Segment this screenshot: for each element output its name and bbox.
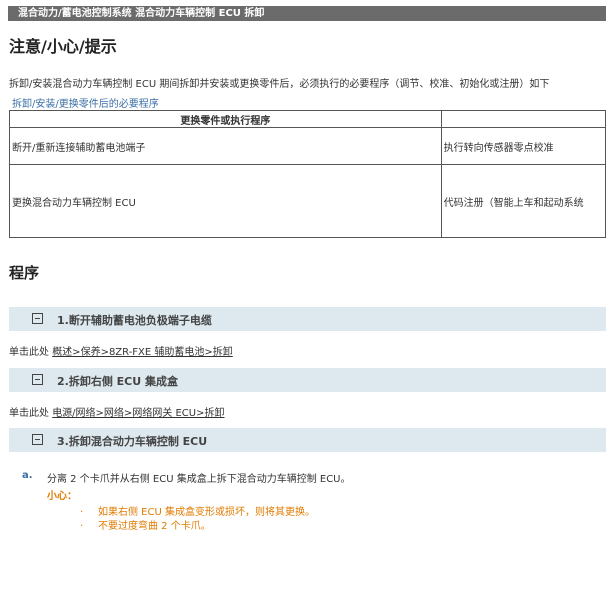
collapse-icon[interactable] <box>32 434 43 445</box>
table-header-row: 更换零件或执行程序 <box>9 110 606 128</box>
caution-text: 不要过度弯曲 2 个卡爪。 <box>98 521 211 532</box>
step-header-1[interactable]: 1.断开辅助蓄电池负极端子电缆 <box>9 307 606 331</box>
click-here-line: 单击此处 概述>保养>8ZR-FXE 辅助蓄电池>拆卸 <box>9 343 233 358</box>
table-header-cell <box>440 110 606 128</box>
click-here-line: 单击此处 电源/网络>网络>网络网关 ECU>拆卸 <box>9 404 225 419</box>
step-label: 3.拆卸混合动力车辆控制 ECU <box>57 435 208 448</box>
step-label: 2.拆卸右侧 ECU 集成盒 <box>57 375 179 388</box>
step-header-3[interactable]: 3.拆卸混合动力车辆控制 ECU <box>9 428 606 452</box>
table-row: 更换混合动力车辆控制 ECU 代码注册（智能上车和起动系统 <box>9 164 606 238</box>
step-reference-link[interactable]: 电源/网络>网络>网络网关 ECU>拆卸 <box>52 408 224 419</box>
table-cell: 断开/重新连接辅助蓄电池端子 <box>9 127 442 165</box>
procedure-title: 程序 <box>9 264 40 282</box>
substep-text: 分离 2 个卡爪并从右侧 ECU 集成盒上拆下混合动力车辆控制 ECU。 <box>47 474 351 485</box>
click-prefix: 单击此处 <box>9 347 49 358</box>
substep-letter: a. <box>22 470 33 481</box>
required-procedures-link[interactable]: 拆卸/安装/更换零件后的必要程序 <box>12 95 159 110</box>
page-title: 注意/小心/提示 <box>9 37 117 56</box>
breadcrumb: 混合动力/蓄电池控制系统 混合动力车辆控制 ECU 拆卸 <box>8 6 606 21</box>
collapse-icon[interactable] <box>32 313 43 324</box>
click-prefix: 单击此处 <box>9 408 49 419</box>
bullet-icon: · <box>80 521 84 532</box>
table-row: 断开/重新连接辅助蓄电池端子 执行转向传感器零点校准 <box>9 127 606 165</box>
intro-text: 拆卸/安装混合动力车辆控制 ECU 期间拆卸并安装或更换零件后，必须执行的必要程… <box>9 79 550 90</box>
table-header-cell: 更换零件或执行程序 <box>9 110 442 128</box>
table-cell: 更换混合动力车辆控制 ECU <box>9 164 442 238</box>
step-reference-link[interactable]: 概述>保养>8ZR-FXE 辅助蓄电池>拆卸 <box>52 347 233 358</box>
collapse-icon[interactable] <box>32 374 43 385</box>
step-label: 1.断开辅助蓄电池负极端子电缆 <box>57 314 212 327</box>
caution-label: 小心： <box>47 491 77 502</box>
step-header-2[interactable]: 2.拆卸右侧 ECU 集成盒 <box>9 368 606 392</box>
table-cell: 代码注册（智能上车和起动系统 <box>440 164 606 238</box>
caution-item: · 不要过度弯曲 2 个卡爪。 <box>80 517 211 532</box>
table-cell: 执行转向传感器零点校准 <box>440 127 606 165</box>
procedures-table: 更换零件或执行程序 断开/重新连接辅助蓄电池端子 执行转向传感器零点校准 更换混… <box>9 110 606 238</box>
caution-item: · 如果右侧 ECU 集成盒变形或损坏，则将其更换。 <box>80 503 315 518</box>
